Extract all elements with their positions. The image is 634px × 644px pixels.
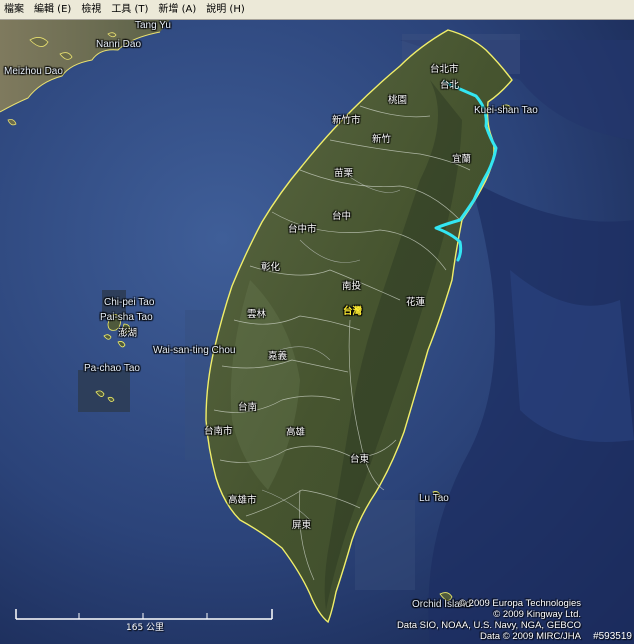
menu-edit[interactable]: 編輯 (E)	[34, 0, 71, 20]
attribution-line: © 2009 Europa Technologies	[459, 598, 581, 609]
label-pai-sha-tao: Pai-sha Tao	[100, 312, 153, 323]
attribution-line: © 2009 Kingway Ltd.	[493, 609, 581, 620]
attribution-line: Data SIO, NOAA, U.S. Navy, NGA, GEBCO	[396, 620, 581, 631]
label-wai-san-ting-chou: Wai-san-ting Chou	[153, 345, 236, 356]
label-taitung: 台東	[350, 454, 370, 465]
label-kuei-shan-tao: Kuei-shan Tao	[474, 105, 538, 116]
label-tang-yu: Tang Yu	[135, 20, 171, 31]
label-nanri-dao: Nanri Dao	[96, 39, 142, 50]
attribution: © 2009 Europa Technologies © 2009 Kingwa…	[397, 598, 581, 642]
attribution-line: Data © 2009 MIRC/JHA	[480, 631, 581, 642]
label-nantou: 南投	[342, 281, 362, 292]
label-tainan: 台南	[238, 402, 258, 413]
map-canvas[interactable]	[0, 20, 634, 644]
menu-bar: 檔案 編輯 (E) 檢視 工具 (T) 新增 (A) 說明 (H)	[0, 0, 634, 20]
label-pingtung: 屏東	[292, 520, 312, 531]
label-kaohsiung-city: 高雄市	[228, 495, 257, 506]
scale-bar	[15, 609, 273, 620]
menu-add[interactable]: 新增 (A)	[158, 0, 196, 20]
label-hsinchu: 新竹	[372, 134, 392, 145]
label-lu-tao: Lu Tao	[419, 493, 449, 504]
menu-view[interactable]: 檢視	[81, 0, 101, 20]
label-chi-pei-tao: Chi-pei Tao	[104, 297, 155, 308]
label-taipei: 台北	[440, 80, 460, 91]
scale-label: 165 公里	[126, 623, 165, 633]
label-changhua: 彰化	[261, 262, 281, 273]
menu-file[interactable]: 檔案	[4, 0, 24, 20]
label-kaohsiung: 高雄	[286, 427, 306, 438]
label-taoyuan: 桃園	[388, 95, 408, 106]
label-taipei-city: 台北市	[430, 64, 459, 75]
label-miaoli: 苗栗	[334, 168, 354, 179]
label-taiwan: 台灣	[343, 306, 363, 317]
map-view[interactable]: Tang Yu Nanri Dao Meizhou Dao Kuei-shan …	[0, 20, 634, 644]
label-hualien: 花蓮	[406, 297, 426, 308]
pa-chao-imagery	[78, 370, 130, 412]
label-yilan: 宜蘭	[452, 154, 472, 165]
image-id-watermark: #593519	[593, 631, 632, 642]
label-tainan-city: 台南市	[204, 426, 233, 437]
label-chiayi: 嘉義	[268, 351, 288, 362]
label-taichung-city: 台中市	[288, 224, 317, 235]
menu-tools[interactable]: 工具 (T)	[111, 0, 148, 20]
label-hsinchu-city: 新竹市	[332, 115, 361, 126]
label-penghu: 澎湖	[118, 328, 138, 339]
google-earth-window: 檔案 編輯 (E) 檢視 工具 (T) 新增 (A) 說明 (H) Tang Y…	[0, 0, 634, 644]
label-yunlin: 雲林	[247, 309, 267, 320]
label-pa-chao-tao: Pa-chao Tao	[84, 363, 140, 374]
label-meizhou-dao: Meizhou Dao	[4, 66, 63, 77]
menu-help[interactable]: 說明 (H)	[206, 0, 245, 20]
label-taichung: 台中	[332, 211, 352, 222]
